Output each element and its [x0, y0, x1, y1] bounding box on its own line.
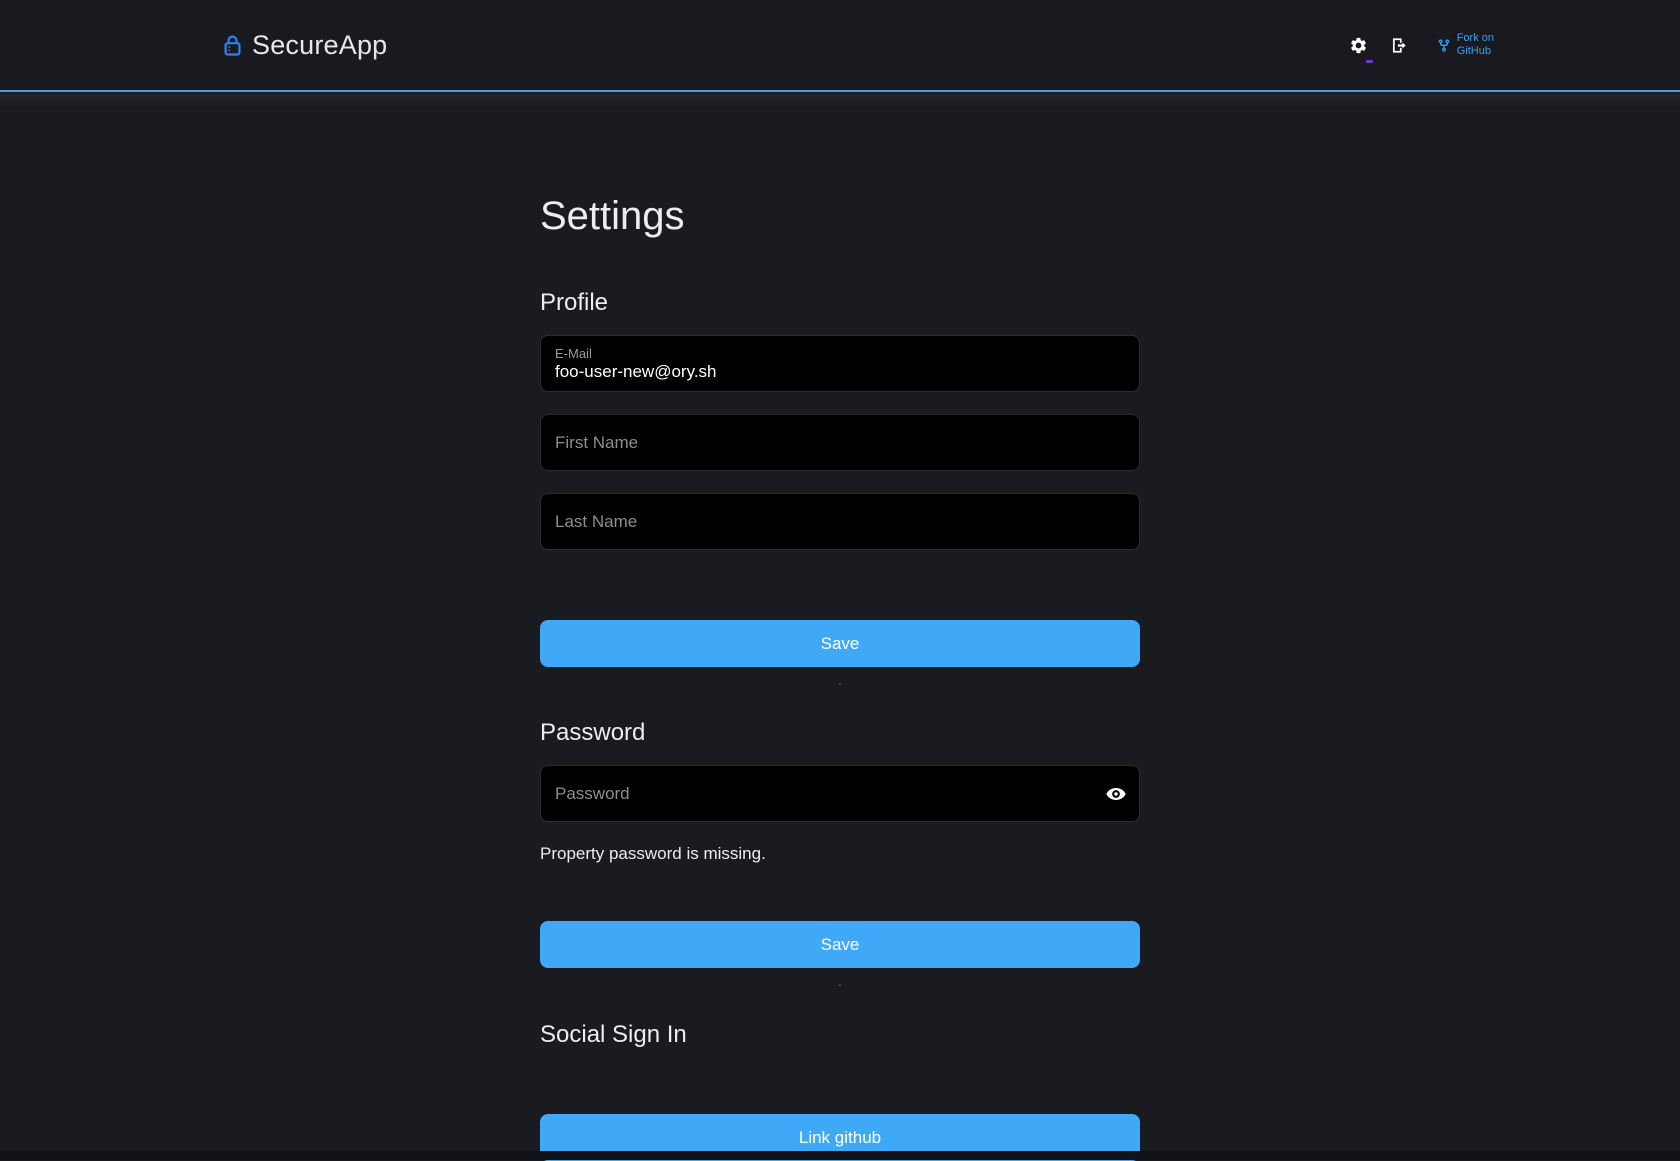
settings-gear-button[interactable] [1347, 34, 1370, 57]
page-title: Settings [540, 192, 1140, 240]
header-actions: Fork on GitHub [1347, 32, 1494, 58]
logout-button[interactable] [1387, 34, 1410, 57]
app-header: SecureApp [0, 0, 1680, 92]
password-input[interactable] [555, 766, 1125, 821]
git-fork-icon [1437, 37, 1451, 54]
gear-active-underscore [1366, 60, 1373, 63]
email-field[interactable]: E-Mail [540, 335, 1140, 392]
password-save-button[interactable]: Save [540, 921, 1140, 968]
email-input[interactable] [555, 362, 1125, 382]
toggle-password-visibility-button[interactable] [1105, 783, 1127, 805]
password-error-message: Property password is missing. [540, 844, 1140, 864]
first-name-input[interactable] [555, 415, 1125, 470]
profile-save-button[interactable]: Save [540, 620, 1140, 667]
social-section-heading: Social Sign In [540, 1020, 1140, 1049]
eye-icon [1105, 783, 1127, 805]
lock-icon [224, 35, 241, 56]
fork-link-label: Fork on GitHub [1457, 32, 1494, 58]
app-logo[interactable]: SecureApp [224, 30, 387, 61]
email-label: E-Mail [555, 346, 1125, 361]
page-bottom-gap [0, 1151, 1680, 1160]
last-name-input[interactable] [555, 494, 1125, 549]
first-name-field[interactable] [540, 414, 1140, 471]
gear-icon [1349, 36, 1368, 55]
password-helper-dot: . [540, 974, 1140, 989]
last-name-field[interactable] [540, 493, 1140, 550]
fork-on-github-link[interactable]: Fork on GitHub [1437, 32, 1494, 58]
password-section-heading: Password [540, 718, 1140, 747]
settings-page: Settings Profile E-Mail Save . Password … [540, 92, 1140, 1161]
logout-icon [1389, 36, 1408, 55]
profile-section-heading: Profile [540, 288, 1140, 317]
app-name: SecureApp [252, 30, 387, 61]
password-field[interactable] [540, 765, 1140, 822]
profile-helper-dot: . [540, 673, 1140, 688]
